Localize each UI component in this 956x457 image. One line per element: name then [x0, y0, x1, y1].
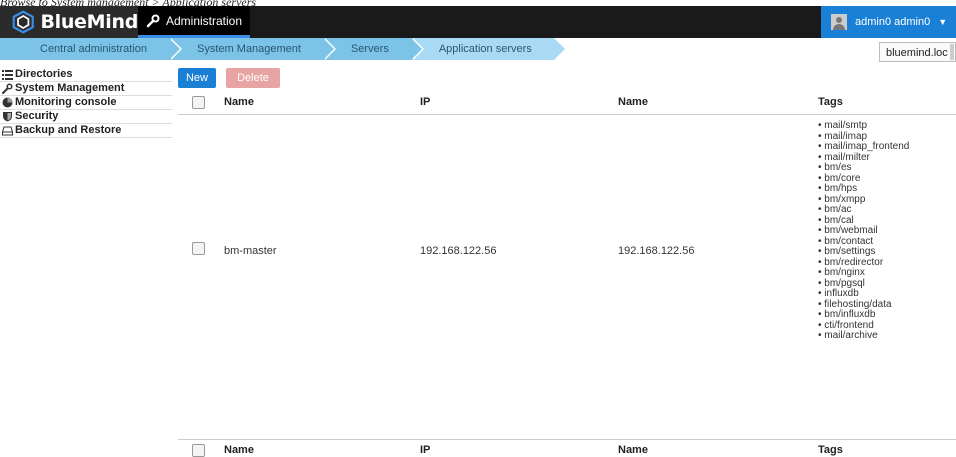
domain-select-value: bluemind.loc: [886, 47, 948, 59]
column-header-tags[interactable]: Tags: [818, 96, 843, 108]
row-ip: 192.168.122.56: [420, 245, 497, 257]
chart-icon: [2, 97, 13, 108]
caret-down-icon: ▼: [938, 17, 948, 27]
row-checkbox[interactable]: [192, 242, 205, 255]
sidebar-item-directories[interactable]: Directories: [0, 68, 172, 82]
footer-header-tags[interactable]: Tags: [818, 444, 843, 456]
breadcrumb-central-administration[interactable]: Central administration: [0, 38, 182, 60]
delete-button[interactable]: Delete: [226, 68, 280, 88]
top-bar: BlueMind Administration admin0 admin0 ▼: [0, 6, 956, 38]
footer-header-ip[interactable]: IP: [420, 444, 430, 456]
sidebar-item-label: Directories: [15, 68, 73, 80]
logo-text: BlueMind: [40, 11, 138, 33]
breadcrumb-servers[interactable]: Servers: [322, 38, 424, 60]
user-menu[interactable]: admin0 admin0 ▼: [821, 6, 956, 38]
sidebar-item-label: Backup and Restore: [15, 124, 122, 136]
footer-header-name[interactable]: Name: [224, 444, 254, 456]
tag-item: bm/es: [818, 162, 909, 174]
column-header-ip[interactable]: IP: [420, 96, 430, 108]
sidebar-item-backup-restore[interactable]: Backup and Restore: [0, 124, 172, 138]
header-divider: [178, 114, 956, 115]
bluemind-logo[interactable]: BlueMind: [0, 6, 138, 38]
select-all-checkbox-footer[interactable]: [192, 444, 205, 457]
breadcrumb-application-servers[interactable]: Application servers: [410, 38, 567, 60]
tag-item: mail/imap_frontend: [818, 141, 909, 153]
breadcrumb: Central administration System Management…: [0, 38, 567, 60]
row-name: bm-master: [224, 245, 277, 257]
column-header-name-2[interactable]: Name: [618, 96, 648, 108]
user-name: admin0 admin0: [855, 16, 931, 28]
tag-item: bm/webmail: [818, 225, 909, 237]
sidebar-item-system-management[interactable]: System Management: [0, 82, 172, 96]
sidebar-item-label: Security: [15, 110, 59, 122]
shield-icon: [3, 112, 12, 122]
user-avatar-icon: [831, 14, 847, 30]
sidebar-item-label: System Management: [15, 82, 125, 94]
bluemind-logo-icon: [12, 10, 34, 34]
sidebar-item-label: Monitoring console: [15, 96, 117, 108]
domain-select[interactable]: bluemind.loc: [879, 42, 956, 62]
tag-item: bm/nginx: [818, 267, 909, 279]
list-icon: [2, 70, 13, 80]
select-arrow-icon: [950, 44, 954, 60]
column-header-name[interactable]: Name: [224, 96, 254, 108]
tag-item: mail/archive: [818, 330, 909, 342]
sidebar: Directories System Management Monitoring…: [0, 68, 172, 138]
administration-menu[interactable]: Administration: [138, 6, 251, 38]
row-tags-list: mail/smtpmail/imapmail/imap_frontendmail…: [818, 120, 909, 342]
sidebar-item-security[interactable]: Security: [0, 110, 172, 124]
footer-divider: [178, 439, 956, 440]
drive-icon: [2, 126, 13, 136]
breadcrumb-system-management[interactable]: System Management: [169, 38, 336, 60]
select-all-checkbox[interactable]: [192, 96, 205, 109]
row-name-2: 192.168.122.56: [618, 245, 695, 257]
wrench-icon: [2, 83, 13, 94]
tag-item: bm/settings: [818, 246, 909, 258]
tag-item: bm/influxdb: [818, 309, 909, 321]
wrench-icon: [146, 14, 160, 27]
administration-label: Administration: [166, 13, 243, 28]
tag-item: bm/hps: [818, 183, 909, 195]
tag-item: influxdb: [818, 288, 909, 300]
tag-item: bm/ac: [818, 204, 909, 216]
new-button[interactable]: New: [178, 68, 216, 88]
tag-item: mail/smtp: [818, 120, 909, 132]
footer-header-name-2[interactable]: Name: [618, 444, 648, 456]
sidebar-item-monitoring-console[interactable]: Monitoring console: [0, 96, 172, 110]
